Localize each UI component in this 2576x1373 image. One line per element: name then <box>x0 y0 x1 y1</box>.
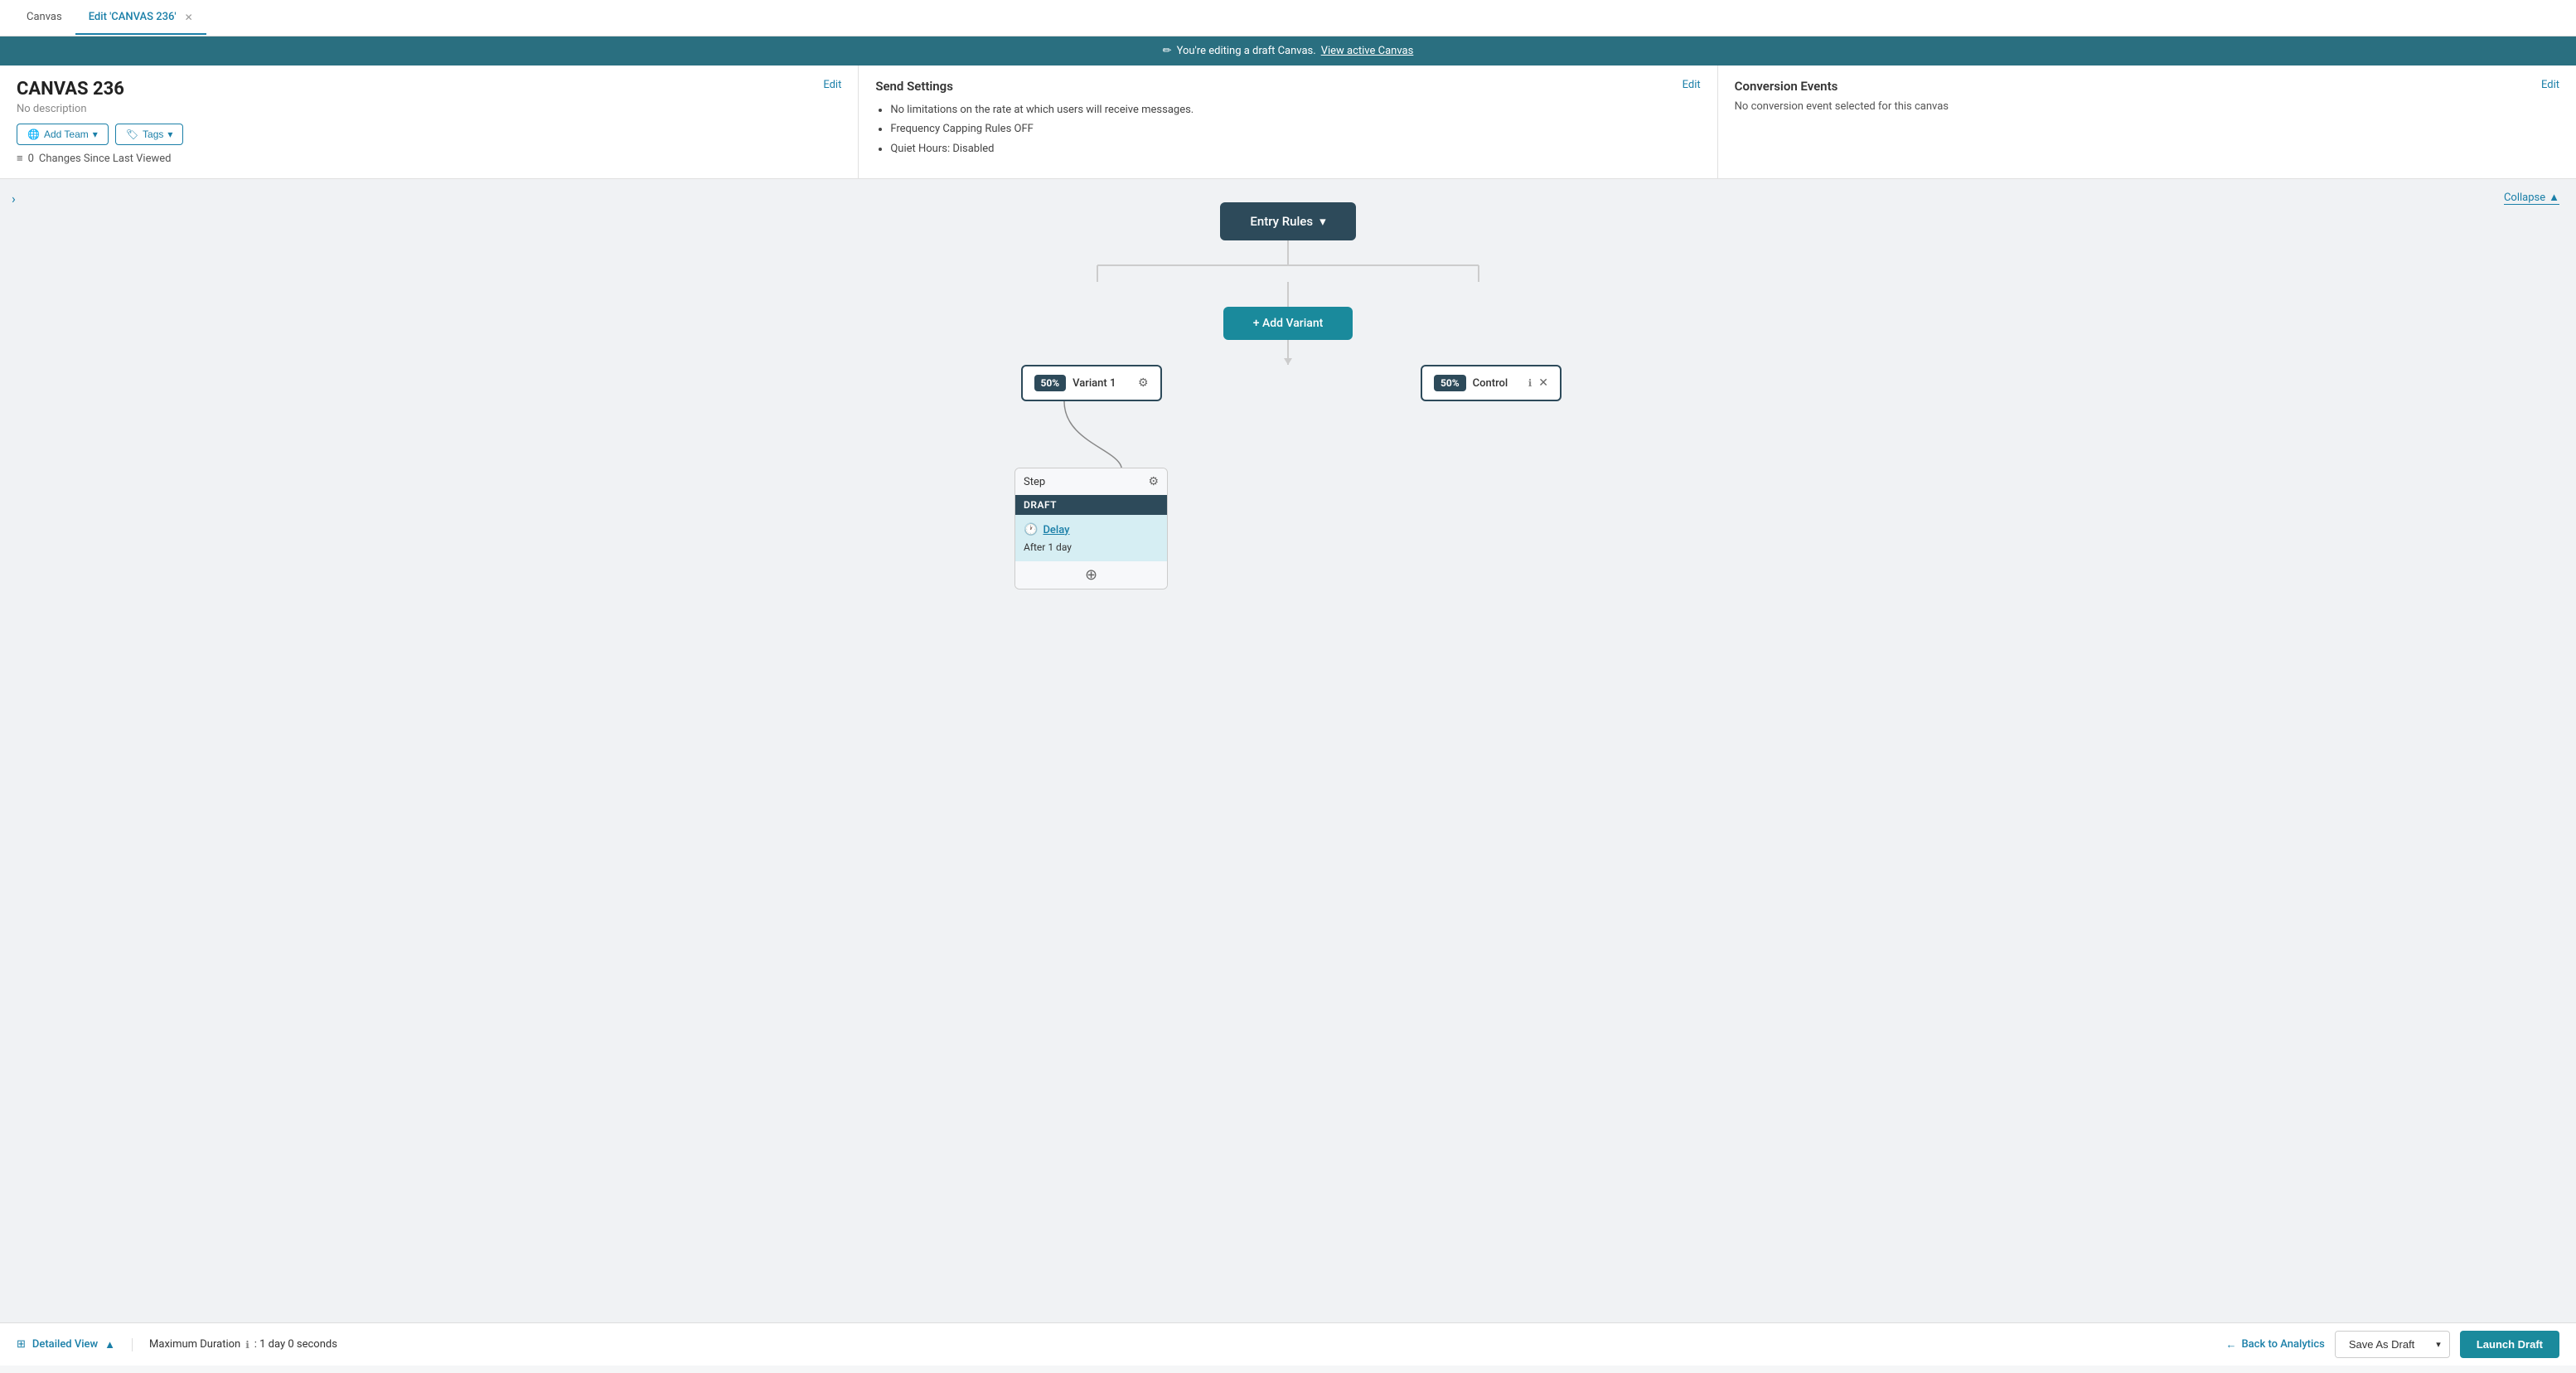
footer-bar: ⊞ Detailed View ▲ Maximum Duration ℹ : 1… <box>0 1322 2576 1366</box>
back-to-analytics-button[interactable]: ← Back to Analytics <box>2225 1338 2324 1351</box>
header-info: Edit CANVAS 236 No description 🌐 Add Tea… <box>0 65 2576 179</box>
step-add-button[interactable]: ⊕ <box>1015 561 1167 589</box>
delay-row: 🕐 Delay <box>1024 523 1159 536</box>
control-info-icon[interactable]: ℹ <box>1528 377 1533 389</box>
send-settings-edit-link[interactable]: Edit <box>1683 79 1701 91</box>
variant1-node[interactable]: 50% Variant 1 ⚙ <box>1021 365 1162 401</box>
add-team-button[interactable]: 🌐 Add Team ▾ <box>17 124 109 145</box>
tab-bar: Canvas Edit 'CANVAS 236' ✕ <box>0 0 2576 36</box>
collapse-button[interactable]: Collapse ▲ <box>2504 191 2559 205</box>
conversion-events-edit-link[interactable]: Edit <box>2541 79 2559 91</box>
add-variant-button[interactable]: + Add Variant <box>1223 307 1353 340</box>
footer-right: ← Back to Analytics Save As Draft ▾ Laun… <box>2225 1331 2559 1358</box>
variant1-gear-icon[interactable]: ⚙ <box>1138 376 1149 390</box>
send-settings-list: No limitations on the rate at which user… <box>875 100 1700 158</box>
control-node[interactable]: 50% Control ℹ ✕ <box>1421 365 1562 401</box>
canvas-area: Collapse ▲ › Entry Rules ▾ <box>0 179 2576 1322</box>
canvas-flow-wrapper: Collapse ▲ › Entry Rules ▾ <box>0 179 2576 1322</box>
fan-connector <box>998 240 1578 282</box>
conversion-events-title: Conversion Events <box>1735 79 2559 94</box>
info-icon-duration: ℹ <box>245 1339 249 1351</box>
changes-row[interactable]: ≡ 0 Changes Since Last Viewed <box>17 152 841 165</box>
canvas-title: CANVAS 236 <box>17 79 841 99</box>
view-active-canvas-link[interactable]: View active Canvas <box>1321 45 1414 57</box>
detailed-view-button[interactable]: ⊞ Detailed View ▲ <box>17 1338 133 1351</box>
list-icon: ≡ <box>17 152 23 165</box>
step-header: Step ⚙ <box>1015 468 1167 495</box>
max-duration-info: Maximum Duration ℹ : 1 day 0 seconds <box>133 1338 2225 1351</box>
conversion-events-text: No conversion event selected for this ca… <box>1735 100 2559 113</box>
fan-svg <box>998 240 1578 282</box>
control-close-icon[interactable]: ✕ <box>1538 376 1548 390</box>
save-as-draft-button[interactable]: Save As Draft <box>2336 1332 2428 1357</box>
send-settings-item-0: No limitations on the rate at which user… <box>890 100 1700 119</box>
arrow-left-icon: ← <box>2225 1338 2236 1351</box>
launch-draft-button[interactable]: Launch Draft <box>2460 1331 2559 1358</box>
chevron-down-icon: ▾ <box>93 129 98 140</box>
chevron-up-icon-footer: ▲ <box>104 1338 115 1351</box>
detailed-view-icon: ⊞ <box>17 1338 26 1351</box>
pencil-icon: ✏ <box>1163 45 1172 57</box>
step-title: Step <box>1024 476 1045 488</box>
tags-button[interactable]: 🏷 Tags ▾ <box>115 124 184 145</box>
save-as-draft-group: Save As Draft ▾ <box>2335 1331 2450 1358</box>
canvas-info-section: Edit CANVAS 236 No description 🌐 Add Tea… <box>0 65 859 178</box>
save-draft-dropdown-button[interactable]: ▾ <box>2428 1332 2449 1356</box>
step-gear-icon[interactable]: ⚙ <box>1148 475 1159 488</box>
tag-icon: 🏷 <box>126 129 138 140</box>
draft-banner: ✏ You're editing a draft Canvas. View ac… <box>0 36 2576 65</box>
canvas-description: No description <box>17 103 841 115</box>
variant1-label: Variant 1 <box>1073 377 1131 390</box>
send-settings-item-1: Frequency Capping Rules OFF <box>890 119 1700 138</box>
step-draft-badge: DRAFT <box>1015 495 1167 515</box>
globe-icon: 🌐 <box>27 129 40 140</box>
flow-layout: Entry Rules ▾ <box>0 179 2576 613</box>
entry-rules-node[interactable]: Entry Rules ▾ <box>1220 202 1355 240</box>
canvas-edit-link[interactable]: Edit <box>823 79 841 91</box>
step-card: Step ⚙ DRAFT 🕐 Delay After 1 day <box>1014 468 1168 589</box>
chevron-up-icon: ▲ <box>2549 191 2559 204</box>
canvas-actions: 🌐 Add Team ▾ 🏷 Tags ▾ <box>17 124 841 145</box>
variant1-branch: 50% Variant 1 ⚙ <box>1014 365 1168 589</box>
chevron-down-icon-tags: ▾ <box>167 129 172 140</box>
expand-sidebar-button[interactable]: › <box>12 191 16 206</box>
control-label: Control <box>1473 377 1522 390</box>
tab-canvas[interactable]: Canvas <box>13 1 75 35</box>
control-branch: 50% Control ℹ ✕ <box>1421 365 1562 401</box>
variants-container: 50% Variant 1 ⚙ <box>998 365 1578 589</box>
send-settings-section: Edit Send Settings No limitations on the… <box>859 65 1717 178</box>
control-pct: 50% <box>1434 375 1466 391</box>
tab-edit-canvas[interactable]: Edit 'CANVAS 236' ✕ <box>75 1 206 35</box>
send-settings-item-2: Quiet Hours: Disabled <box>890 139 1700 158</box>
variant1-pct: 50% <box>1034 375 1067 391</box>
delay-label[interactable]: Delay <box>1043 524 1069 536</box>
chevron-down-icon-entry: ▾ <box>1319 214 1326 229</box>
plus-circle-icon: ⊕ <box>1085 566 1097 584</box>
send-settings-title: Send Settings <box>875 79 1700 94</box>
variants-wrapper: + Add Variant 50% V <box>998 282 1578 589</box>
close-tab-icon[interactable]: ✕ <box>185 12 193 23</box>
step-delay-section: 🕐 Delay After 1 day <box>1015 515 1167 561</box>
conversion-events-section: Edit Conversion Events No conversion eve… <box>1718 65 2576 178</box>
delay-after: After 1 day <box>1024 540 1159 553</box>
clock-icon: 🕐 <box>1024 523 1038 536</box>
